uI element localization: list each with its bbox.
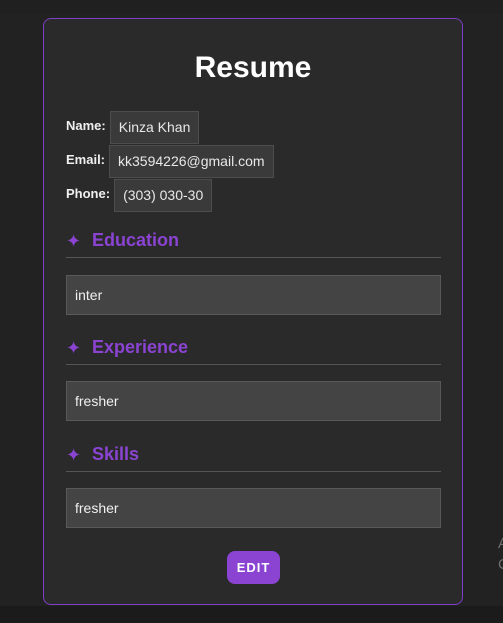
resume-card: Resume Name: Kinza Khan Email: kk3594226… xyxy=(43,18,463,605)
name-row: Name: Kinza Khan xyxy=(66,111,200,144)
sparkle-icon: ✦ xyxy=(66,231,82,251)
edge-text-2: C xyxy=(498,557,503,572)
skills-title: Skills xyxy=(92,444,140,464)
education-field[interactable]: inter xyxy=(66,275,441,315)
page-title: Resume xyxy=(194,51,312,84)
education-header: ✦ Education xyxy=(66,227,441,258)
experience-title: Experience xyxy=(92,337,189,357)
phone-label: Phone: xyxy=(66,186,111,201)
education-title: Education xyxy=(92,230,180,250)
name-value[interactable]: Kinza Khan xyxy=(109,111,200,144)
skills-field[interactable]: fresher xyxy=(66,488,441,528)
edit-button[interactable]: EDIT xyxy=(227,551,280,584)
edge-text-1: A xyxy=(498,536,503,551)
email-value[interactable]: kk3594226@gmail.com xyxy=(109,145,274,178)
top-band xyxy=(0,0,503,14)
skills-header: ✦ Skills xyxy=(66,441,441,472)
email-row: Email: kk3594226@gmail.com xyxy=(66,145,274,178)
phone-value[interactable]: (303) 030-30 xyxy=(114,179,213,212)
name-label: Name: xyxy=(66,118,106,133)
bottom-band xyxy=(0,606,503,623)
sparkle-icon: ✦ xyxy=(66,445,82,465)
phone-row: Phone: (303) 030-30 xyxy=(66,179,213,212)
experience-header: ✦ Experience xyxy=(66,334,441,365)
experience-field[interactable]: fresher xyxy=(66,381,441,421)
sparkle-icon: ✦ xyxy=(66,338,82,358)
email-label: Email: xyxy=(66,152,106,167)
